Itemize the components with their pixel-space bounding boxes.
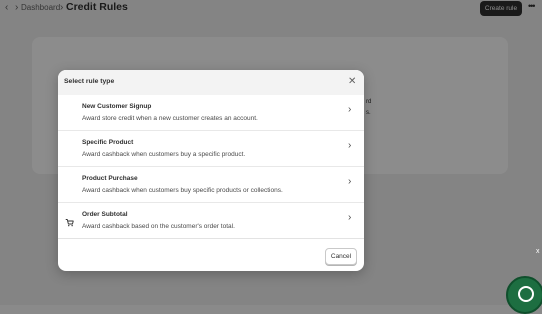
chevron-right-icon: › [348,212,352,223]
option-title: Order Subtotal [82,211,128,218]
select-rule-type-modal: Select rule type ✕ New Customer Signup A… [58,70,364,271]
option-order-subtotal[interactable]: Order Subtotal Award cashback based on t… [58,203,364,238]
chat-widget-button[interactable] [506,276,542,314]
option-description: Award cashback when customers buy a spec… [82,151,246,158]
modal-header: Select rule type ✕ [58,70,364,96]
close-icon[interactable]: ✕ [348,75,356,89]
widget-close-button[interactable]: x [536,248,540,255]
option-description: Award cashback when customers buy specif… [82,187,283,194]
cancel-button[interactable]: Cancel [325,248,357,265]
chevron-right-icon: › [348,140,352,151]
option-title: New Customer Signup [82,103,152,110]
option-description: Award cashback based on the customer's o… [82,223,235,230]
cart-icon [65,214,74,232]
modal-footer: Cancel [58,238,364,271]
option-description: Award store credit when a new customer c… [82,115,258,122]
chevron-right-icon: › [348,104,352,115]
option-product-purchase[interactable]: Product Purchase Award cashback when cus… [58,167,364,203]
option-new-customer-signup[interactable]: New Customer Signup Award store credit w… [58,95,364,131]
modal-title: Select rule type [64,78,115,85]
chevron-right-icon: › [348,176,352,187]
option-specific-product[interactable]: Specific Product Award cashback when cus… [58,131,364,167]
option-title: Specific Product [82,139,134,146]
option-title: Product Purchase [82,175,138,182]
chat-icon [518,286,534,302]
